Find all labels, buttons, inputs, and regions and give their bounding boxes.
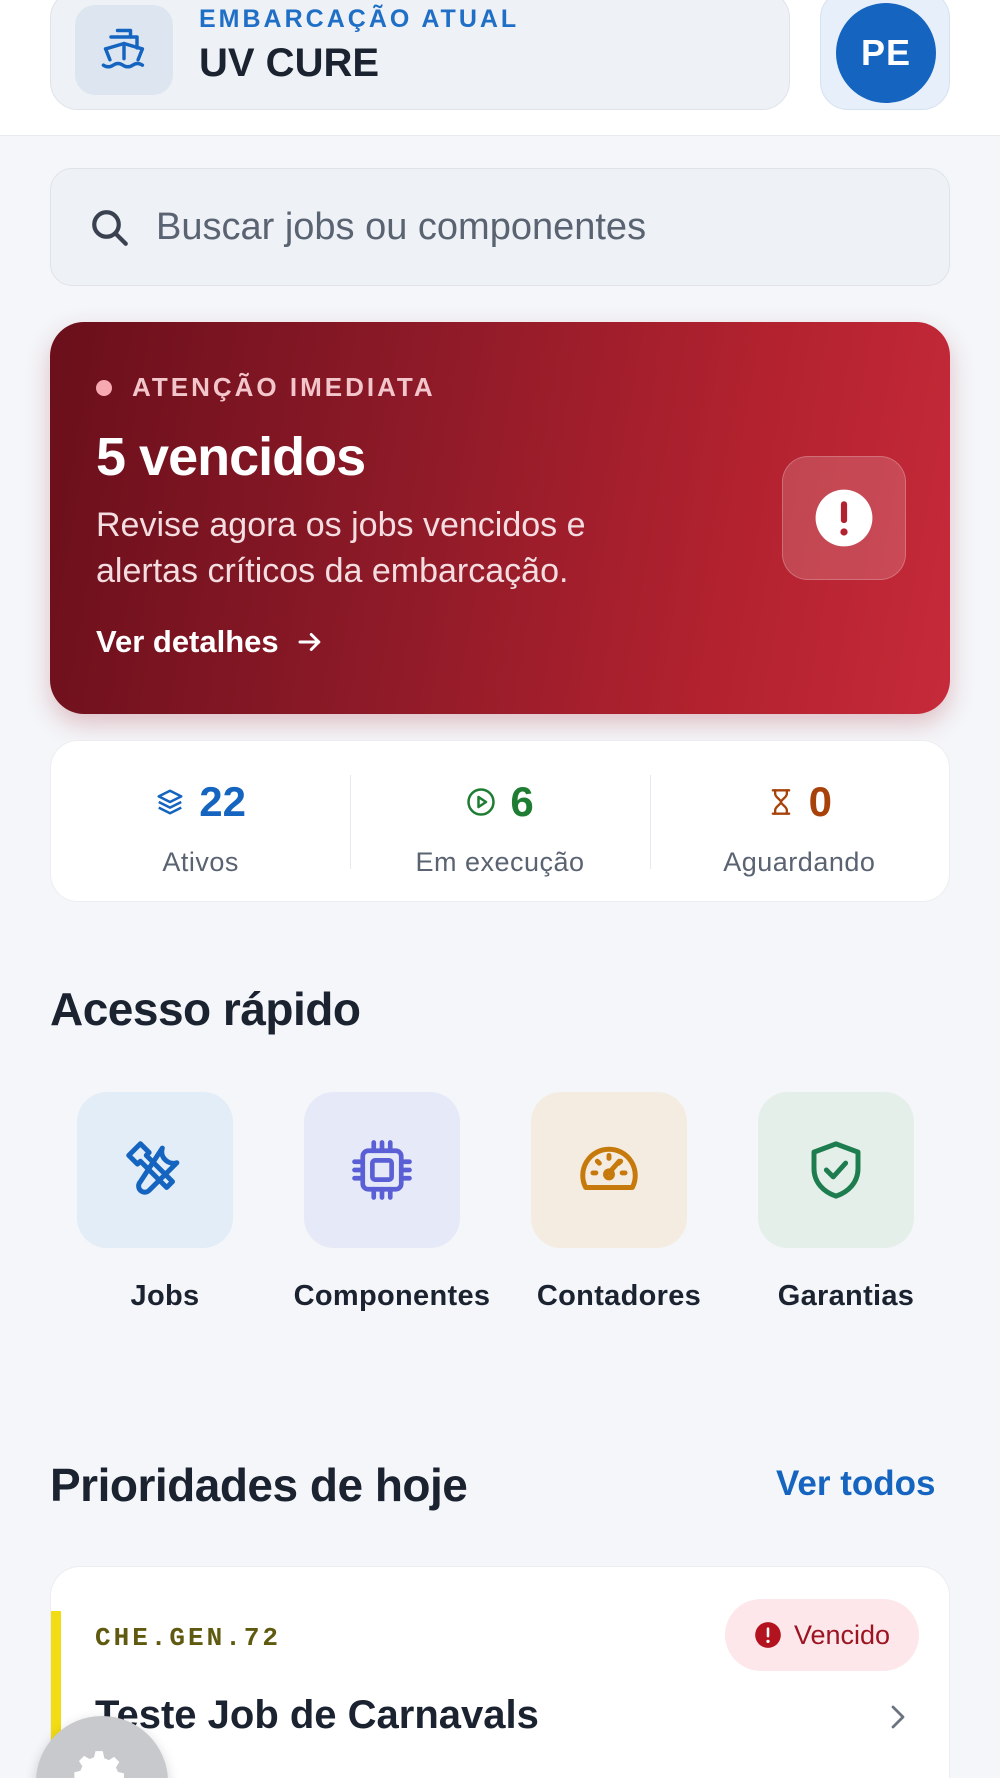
ship-icon xyxy=(75,5,173,95)
status-badge: Vencido xyxy=(725,1599,919,1671)
stat-running-value: 6 xyxy=(510,778,534,825)
profile-button[interactable]: PE xyxy=(820,0,950,110)
alert-kicker-label: ATENÇÃO IMEDIATA xyxy=(132,372,436,402)
play-circle-icon xyxy=(467,788,496,816)
vessel-selector[interactable]: EMBARCAÇÃO ATUAL UV CURE xyxy=(50,0,790,110)
alert-dot xyxy=(96,379,112,396)
layers-icon xyxy=(157,789,183,815)
stat-waiting[interactable]: 0 Aguardando xyxy=(649,741,949,901)
gauge-icon xyxy=(531,1092,687,1248)
stat-waiting-value: 0 xyxy=(808,778,832,825)
chip-icon xyxy=(304,1092,460,1248)
stat-waiting-label: Aguardando xyxy=(723,847,876,877)
alert-title: 5 vencidos xyxy=(96,427,366,487)
stat-running-label: Em execução xyxy=(415,847,585,877)
quick-access-title: Acesso rápido xyxy=(50,983,361,1035)
quick-access-warranties-label: Garantias xyxy=(777,1280,915,1312)
stat-active-label: Ativos xyxy=(162,847,239,877)
stat-active[interactable]: 22 Ativos xyxy=(51,741,350,901)
see-all-link[interactable]: Ver todos xyxy=(776,1464,935,1504)
hourglass-icon xyxy=(771,789,790,815)
quick-access-grid: Jobs Componentes Contadores Garantias xyxy=(50,1092,950,1322)
see-details-link[interactable]: Ver detalhes xyxy=(96,624,325,660)
vessel-name: UV CURE xyxy=(199,41,380,85)
avatar: PE xyxy=(836,3,936,103)
stat-running[interactable]: 6 Em execução xyxy=(350,741,649,901)
job-title: Teste Job de Carnavals xyxy=(95,1693,539,1737)
top-header: EMBARCAÇÃO ATUAL UV CURE PE xyxy=(0,0,1000,136)
search-input[interactable] xyxy=(156,197,916,257)
overdue-alert-card[interactable]: ATENÇÃO IMEDIATA 5 vencidos Revise agora… xyxy=(50,322,950,714)
shield-check-icon xyxy=(758,1092,914,1248)
job-code: CHE.GEN.72 xyxy=(95,1623,282,1653)
priority-job-card[interactable]: CHE.GEN.72 Vencido Teste Job de Carnaval… xyxy=(50,1566,950,1778)
arrow-right-icon xyxy=(298,633,320,651)
exclamation-circle-icon xyxy=(782,456,906,580)
alert-circle-icon xyxy=(755,1622,781,1648)
alert-kicker: ATENÇÃO IMEDIATA xyxy=(96,372,436,403)
see-details-label: Ver detalhes xyxy=(96,624,279,659)
alert-description: Revise agora os jobs vencidos e alertas … xyxy=(96,506,586,590)
status-label: Vencido xyxy=(793,1619,891,1650)
priorities-title: Prioridades de hoje xyxy=(50,1459,468,1511)
search-bar[interactable] xyxy=(50,168,950,286)
job-stats: 22 Ativos 6 Em execução 0 Aguardando xyxy=(50,740,950,902)
vessel-kicker: EMBARCAÇÃO ATUAL xyxy=(199,5,520,33)
quick-access-jobs-label: Jobs xyxy=(130,1280,200,1312)
chevron-right-icon xyxy=(891,1705,905,1729)
tools-icon xyxy=(77,1092,233,1248)
search-icon xyxy=(92,210,128,246)
stat-active-value: 22 xyxy=(199,778,247,825)
quick-access-counters-label: Contadores xyxy=(536,1280,702,1312)
quick-access-components-label: Componentes xyxy=(293,1280,491,1312)
gear-icon xyxy=(74,1751,124,1778)
